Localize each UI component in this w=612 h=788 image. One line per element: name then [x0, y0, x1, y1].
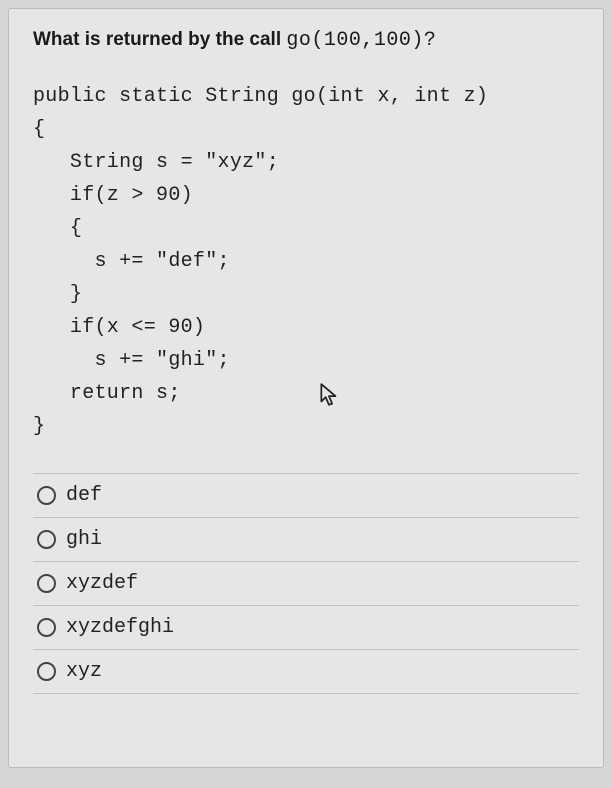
answer-option[interactable]: def	[33, 473, 579, 518]
radio-icon	[37, 574, 56, 593]
question-prompt: What is returned by the call go(100,100)…	[33, 29, 579, 52]
radio-icon	[37, 530, 56, 549]
question-prefix: What is returned by the call	[33, 29, 286, 50]
answer-options: def ghi xyzdef xyzdefghi xyz	[33, 473, 579, 694]
answer-option[interactable]: ghi	[33, 518, 579, 562]
option-label: xyz	[66, 660, 102, 683]
option-label: ghi	[66, 528, 102, 551]
radio-icon	[37, 618, 56, 637]
radio-icon	[37, 486, 56, 505]
answer-option[interactable]: xyzdefghi	[33, 606, 579, 650]
question-card: What is returned by the call go(100,100)…	[8, 8, 604, 768]
option-label: xyzdef	[66, 572, 138, 595]
question-call-code: go(100,100)	[286, 29, 424, 52]
question-suffix: ?	[424, 29, 437, 52]
answer-option[interactable]: xyz	[33, 650, 579, 694]
answer-option[interactable]: xyzdef	[33, 562, 579, 606]
option-label: def	[66, 484, 102, 507]
radio-icon	[37, 662, 56, 681]
code-block: public static String go(int x, int z) { …	[33, 80, 579, 443]
option-label: xyzdefghi	[66, 616, 174, 639]
